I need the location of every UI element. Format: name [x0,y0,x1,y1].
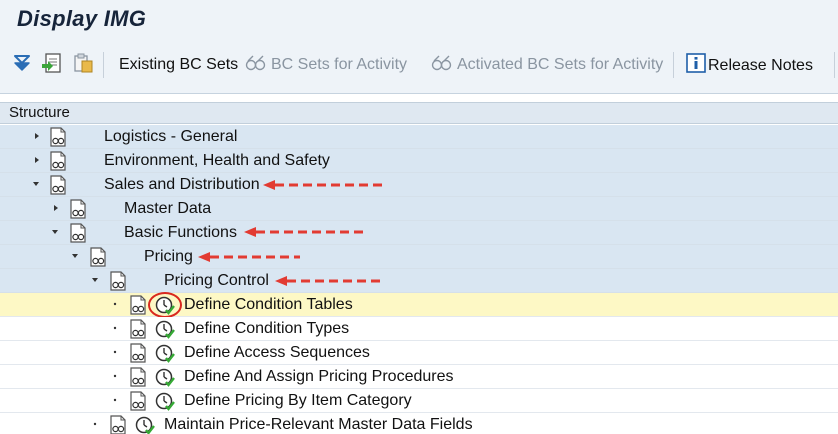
collapsed-triangle-icon[interactable] [33,156,41,164]
collapsed-triangle-icon[interactable] [33,132,41,140]
img-documentation-icon [130,343,146,363]
activated-bc-sets-label: Activated BC Sets for Activity [457,56,664,73]
tree-node-define-condition-tables[interactable]: Define Condition Tables [0,292,838,318]
execute-clock-icon[interactable] [155,319,175,339]
tree-node-label: Define Access Sequences [184,344,370,361]
expand-all-icon[interactable] [11,52,33,74]
tree-node-label: Maintain Price-Relevant Master Data Fiel… [164,416,473,433]
tree-node-label: Pricing [144,248,193,265]
tree-node-label: Pricing Control [164,272,269,289]
tree-node-label: Environment, Health and Safety [104,152,330,169]
bc-sets-icon [431,55,452,71]
release-notes-label: Release Notes [708,57,813,74]
img-documentation-icon [50,127,66,147]
annotation-arrow [263,180,383,190]
tree-node-master-data[interactable]: Master Data [0,197,838,221]
img-structure-tree: Structure Logistics - General Environmen… [0,102,838,434]
tree-node-define-assign-pricing-procedures[interactable]: Define And Assign Pricing Procedures [0,365,838,389]
tree-node-maintain-price-relevant-fields[interactable]: Maintain Price-Relevant Master Data Fiel… [0,413,838,434]
open-document-icon[interactable] [41,52,63,74]
execute-clock-icon[interactable] [155,367,175,387]
leaf-dot-icon [113,350,117,354]
img-documentation-icon [90,247,106,267]
execute-clock-icon[interactable] [155,391,175,411]
tree-node-sales-and-distribution[interactable]: Sales and Distribution [0,173,838,197]
tree-node-basic-functions[interactable]: Basic Functions [0,221,838,245]
leaf-dot-icon [113,398,117,402]
tree-node-label: Define Pricing By Item Category [184,392,412,409]
annotation-highlight-circle [148,292,182,318]
execute-clock-icon[interactable] [135,415,155,434]
img-documentation-icon [130,367,146,387]
img-documentation-icon [70,223,86,243]
expanded-triangle-icon[interactable] [71,252,79,260]
tree-header: Structure [0,103,838,124]
tree-node-pricing[interactable]: Pricing [0,245,838,269]
img-documentation-icon [70,199,86,219]
tree-node-pricing-control[interactable]: Pricing Control [0,269,838,293]
tree-node-label: Master Data [124,200,212,217]
img-documentation-icon [130,391,146,411]
leaf-dot-icon [113,374,117,378]
title-bar: Display IMG [0,0,838,40]
tree-node-define-condition-types[interactable]: Define Condition Types [0,317,838,341]
toolbar-separator [834,52,835,78]
leaf-dot-icon [113,326,117,330]
img-documentation-icon [50,151,66,171]
img-documentation-icon [110,415,126,434]
tree-node-label: Define Condition Tables [184,296,353,313]
annotation-arrow [244,227,368,237]
annotation-arrow [275,276,383,286]
toolbar-separator [673,52,674,78]
execute-clock-icon[interactable] [155,343,175,363]
annotation-arrow [198,252,300,262]
tree-node-label: Basic Functions [124,224,237,241]
tree-node-environment-health-safety[interactable]: Environment, Health and Safety [0,149,838,173]
info-icon [686,53,706,73]
bc-sets-for-activity-button[interactable]: BC Sets for Activity [245,53,407,77]
img-documentation-icon [110,271,126,291]
existing-bc-sets-button[interactable]: Existing BC Sets [119,53,238,77]
expanded-triangle-icon[interactable] [91,276,99,284]
leaf-dot-icon [113,302,117,306]
bc-sets-for-activity-label: BC Sets for Activity [271,56,408,73]
tree-node-define-access-sequences[interactable]: Define Access Sequences [0,341,838,365]
tree-node-define-pricing-by-item-category[interactable]: Define Pricing By Item Category [0,389,838,413]
collapsed-triangle-icon[interactable] [52,204,60,212]
tree-node-logistics-general[interactable]: Logistics - General [0,125,838,149]
bc-sets-icon [245,55,266,71]
tree-node-label: Define And Assign Pricing Procedures [184,368,454,385]
leaf-dot-icon [93,422,97,426]
expanded-triangle-icon[interactable] [51,228,59,236]
img-documentation-icon [130,319,146,339]
tree-header-label: Structure [9,104,70,121]
release-notes-button[interactable]: Release Notes [686,53,813,77]
paste-icon[interactable] [72,52,94,74]
tree-node-label: Logistics - General [104,128,238,145]
tree-node-label: Sales and Distribution [104,176,260,193]
tree-node-label: Define Condition Types [184,320,350,337]
img-documentation-icon [130,295,146,315]
toolbar-separator [103,52,104,78]
application-toolbar: Existing BC Sets BC Sets for Activity Ac… [0,40,838,94]
img-documentation-icon [50,175,66,195]
activated-bc-sets-button[interactable]: Activated BC Sets for Activity [431,53,663,77]
expanded-triangle-icon[interactable] [32,180,40,188]
window-title: Display IMG [17,6,147,31]
